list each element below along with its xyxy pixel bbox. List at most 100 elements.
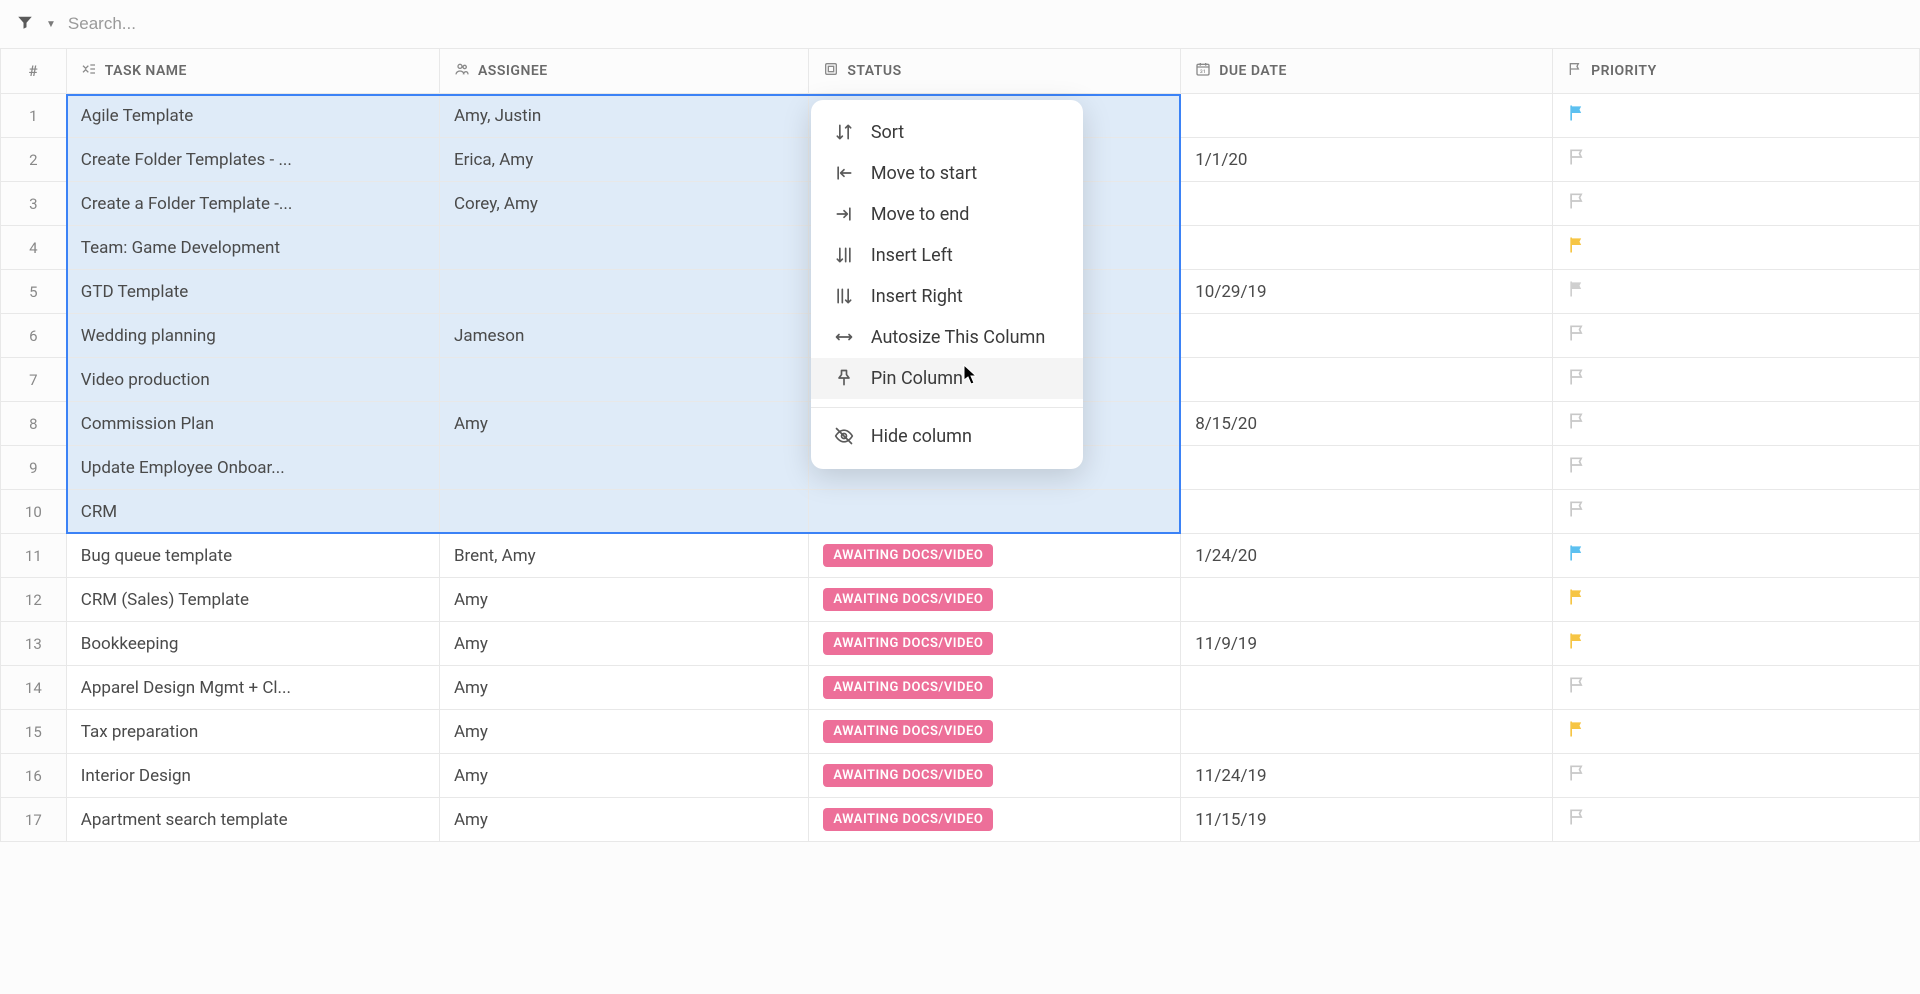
cell-due-date[interactable]: 1/24/20 [1181,534,1553,578]
row-number[interactable]: 2 [1,138,67,182]
cell-assignee[interactable]: Amy [439,666,808,710]
cell-task-name[interactable]: Agile Template [66,94,439,138]
table-row[interactable]: 14Apparel Design Mgmt + Cl...AmyAWAITING… [1,666,1920,710]
cell-assignee[interactable]: Amy [439,798,808,842]
status-badge[interactable]: AWAITING DOCS/VIDEO [823,632,993,655]
row-number[interactable]: 4 [1,226,67,270]
cell-task-name[interactable]: Video production [66,358,439,402]
menu-item-sort[interactable]: Sort [811,112,1083,153]
cell-status[interactable] [809,490,1181,534]
cell-task-name[interactable]: Wedding planning [66,314,439,358]
cell-assignee[interactable] [439,490,808,534]
priority-flag-icon[interactable] [1567,235,1587,255]
column-header-task-name[interactable]: TASK NAME [66,49,439,94]
cell-status[interactable]: AWAITING DOCS/VIDEO [809,710,1181,754]
priority-flag-icon[interactable] [1567,103,1587,123]
cell-task-name[interactable]: Create a Folder Template -... [66,182,439,226]
cell-due-date[interactable] [1181,182,1553,226]
filter-dropdown-caret-icon[interactable]: ▼ [46,19,56,30]
search-input[interactable] [68,14,368,34]
column-header-priority[interactable]: PRIORITY [1553,49,1920,94]
cell-due-date[interactable] [1181,666,1553,710]
table-row[interactable]: 11Bug queue templateBrent, AmyAWAITING D… [1,534,1920,578]
priority-flag-icon[interactable] [1567,147,1587,167]
cell-priority[interactable] [1553,270,1920,314]
cell-due-date[interactable] [1181,578,1553,622]
row-number[interactable]: 9 [1,446,67,490]
cell-assignee[interactable]: Amy [439,578,808,622]
cell-task-name[interactable]: Commission Plan [66,402,439,446]
cell-status[interactable]: AWAITING DOCS/VIDEO [809,534,1181,578]
cell-task-name[interactable]: Team: Game Development [66,226,439,270]
row-number[interactable]: 5 [1,270,67,314]
cell-priority[interactable] [1553,226,1920,270]
menu-item-insert-left[interactable]: Insert Left [811,235,1083,276]
cell-priority[interactable] [1553,402,1920,446]
cell-priority[interactable] [1553,182,1920,226]
cell-assignee[interactable]: Brent, Amy [439,534,808,578]
row-number[interactable]: 3 [1,182,67,226]
table-row[interactable]: 15Tax preparationAmyAWAITING DOCS/VIDEO [1,710,1920,754]
cell-task-name[interactable]: Tax preparation [66,710,439,754]
priority-flag-icon[interactable] [1567,763,1587,783]
cell-status[interactable]: AWAITING DOCS/VIDEO [809,666,1181,710]
column-header-due-date[interactable]: 31 DUE DATE [1181,49,1553,94]
status-badge[interactable]: AWAITING DOCS/VIDEO [823,544,993,567]
cell-task-name[interactable]: Apartment search template [66,798,439,842]
table-row[interactable]: 12CRM (Sales) TemplateAmyAWAITING DOCS/V… [1,578,1920,622]
priority-flag-icon[interactable] [1567,675,1587,695]
cell-task-name[interactable]: CRM (Sales) Template [66,578,439,622]
column-header-status[interactable]: STATUS [809,49,1181,94]
cell-assignee[interactable]: Erica, Amy [439,138,808,182]
cell-priority[interactable] [1553,754,1920,798]
menu-item-hide[interactable]: Hide column [811,416,1083,457]
cell-priority[interactable] [1553,358,1920,402]
cell-task-name[interactable]: Bug queue template [66,534,439,578]
priority-flag-icon[interactable] [1567,191,1587,211]
cell-due-date[interactable] [1181,358,1553,402]
cell-due-date[interactable] [1181,490,1553,534]
priority-flag-icon[interactable] [1567,631,1587,651]
cell-priority[interactable] [1553,578,1920,622]
cell-assignee[interactable]: Amy, Justin [439,94,808,138]
menu-item-insert-right[interactable]: Insert Right [811,276,1083,317]
priority-flag-icon[interactable] [1567,587,1587,607]
priority-flag-icon[interactable] [1567,367,1587,387]
cell-priority[interactable] [1553,710,1920,754]
cell-task-name[interactable]: Create Folder Templates - ... [66,138,439,182]
cell-assignee[interactable] [439,226,808,270]
status-badge[interactable]: AWAITING DOCS/VIDEO [823,588,993,611]
cell-task-name[interactable]: GTD Template [66,270,439,314]
cell-assignee[interactable]: Amy [439,622,808,666]
status-badge[interactable]: AWAITING DOCS/VIDEO [823,720,993,743]
table-row[interactable]: 16Interior DesignAmyAWAITING DOCS/VIDEO1… [1,754,1920,798]
row-number[interactable]: 13 [1,622,67,666]
cell-assignee[interactable]: Amy [439,402,808,446]
table-row[interactable]: 13BookkeepingAmyAWAITING DOCS/VIDEO11/9/… [1,622,1920,666]
cell-assignee[interactable] [439,358,808,402]
cell-priority[interactable] [1553,446,1920,490]
cell-priority[interactable] [1553,798,1920,842]
cell-due-date[interactable] [1181,710,1553,754]
cell-priority[interactable] [1553,622,1920,666]
priority-flag-icon[interactable] [1567,719,1587,739]
status-badge[interactable]: AWAITING DOCS/VIDEO [823,676,993,699]
row-number[interactable]: 15 [1,710,67,754]
priority-flag-icon[interactable] [1567,411,1587,431]
cell-assignee[interactable]: Corey, Amy [439,182,808,226]
priority-flag-icon[interactable] [1567,543,1587,563]
cell-task-name[interactable]: Update Employee Onboar... [66,446,439,490]
cell-priority[interactable] [1553,138,1920,182]
column-header-number[interactable]: # [1,49,67,94]
cell-priority[interactable] [1553,534,1920,578]
filter-icon[interactable] [16,13,34,35]
row-number[interactable]: 7 [1,358,67,402]
cell-task-name[interactable]: Bookkeeping [66,622,439,666]
cell-status[interactable]: AWAITING DOCS/VIDEO [809,578,1181,622]
cell-assignee[interactable] [439,270,808,314]
menu-item-autosize[interactable]: Autosize This Column [811,317,1083,358]
cell-task-name[interactable]: Apparel Design Mgmt + Cl... [66,666,439,710]
cell-assignee[interactable]: Amy [439,754,808,798]
cell-status[interactable]: AWAITING DOCS/VIDEO [809,798,1181,842]
cell-assignee[interactable]: Jameson [439,314,808,358]
